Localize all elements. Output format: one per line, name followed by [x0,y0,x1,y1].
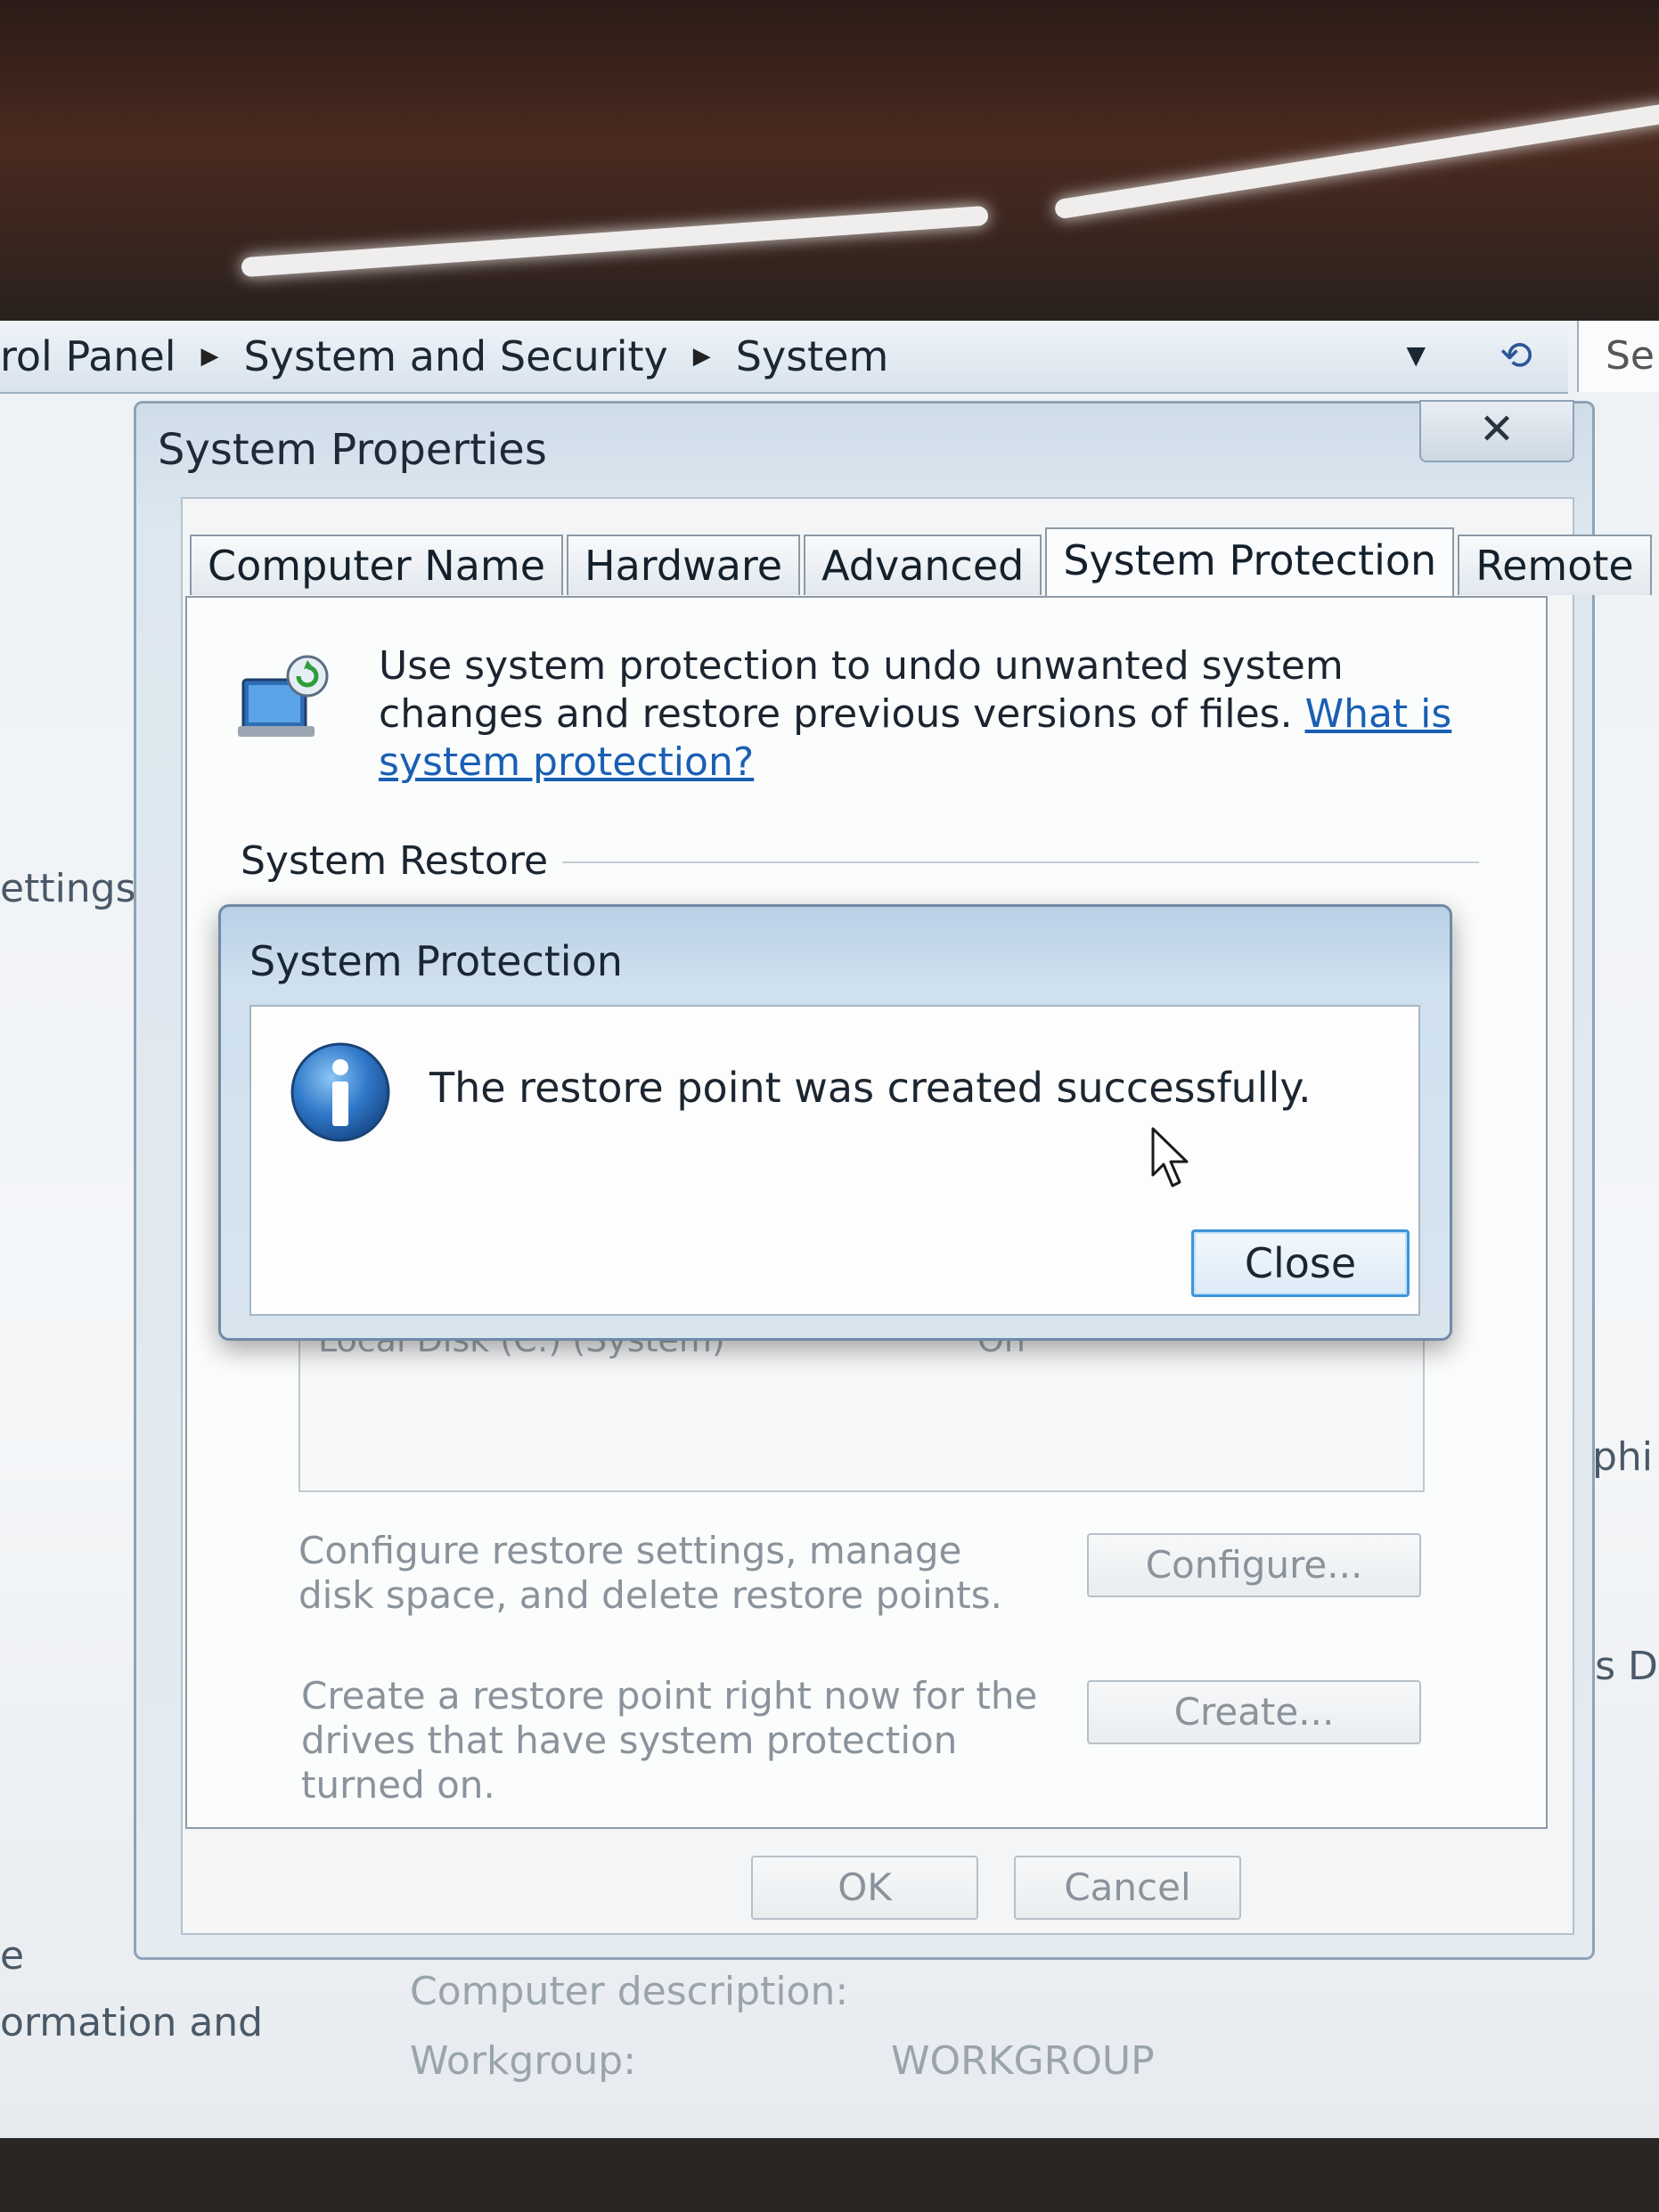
workgroup-value: WORKGROUP [891,2038,1155,2084]
create-description: Create a restore point right now for the… [301,1674,1038,1807]
close-icon: ✕ [1478,404,1516,454]
refresh-icon[interactable]: ⟲ [1500,333,1532,379]
tab-remote[interactable]: Remote [1458,535,1652,595]
close-button[interactable]: ✕ [1419,400,1574,462]
breadcrumb-arrow-icon[interactable]: ▶ [201,343,219,370]
screen-glare [241,205,989,278]
breadcrumb-arrow-icon[interactable]: ▶ [693,343,711,370]
sidebar-see-also: e [0,1933,25,1979]
tab-hardware[interactable]: Hardware [567,535,801,595]
intro-description: Use system protection to undo unwanted s… [379,643,1344,737]
system-protection-message-box: System Protection The restore point was … [218,904,1452,1341]
message-text: The restore point was created successful… [429,1064,1312,1112]
breadcrumb-system-and-security[interactable]: System and Security [244,332,668,380]
tab-computer-name[interactable]: Computer Name [190,535,564,595]
info-icon [290,1042,390,1142]
intro-text: Use system protection to undo unwanted s… [379,642,1519,787]
protection-settings-list[interactable]: Local Disk (C:) (System) On [298,1315,1425,1492]
workgroup-label: Workgroup: [410,2038,637,2084]
tab-advanced[interactable]: Advanced [804,535,1042,595]
breadcrumb-system[interactable]: System [736,332,889,380]
window-title: System Properties [158,425,547,475]
system-restore-label: System Restore [241,838,563,884]
configure-button[interactable]: Configure... [1087,1533,1421,1597]
computer-description-label: Computer description: [410,1969,849,2014]
breadcrumb-control-panel[interactable]: rol Panel [0,332,176,380]
close-button[interactable]: Close [1191,1229,1410,1297]
search-input[interactable]: Se [1577,321,1659,392]
message-box-body: The restore point was created successful… [249,1005,1420,1316]
cancel-button[interactable]: Cancel [1014,1856,1241,1920]
sidebar-link-settings[interactable]: ettings [0,866,136,911]
tab-system-protection[interactable]: System Protection [1045,527,1455,597]
monitor-bezel-bottom [0,2138,1659,2212]
ok-button[interactable]: OK [751,1856,978,1920]
create-button[interactable]: Create... [1087,1680,1421,1744]
chevron-down-icon[interactable]: ▼ [1406,340,1426,370]
configure-description: Configure restore settings, manage disk … [298,1529,1002,1617]
system-protection-icon [238,655,329,737]
tab-strip: Computer Name Hardware Advanced System P… [190,527,1655,597]
screen-glare [1053,102,1659,220]
mouse-cursor-icon [1151,1127,1189,1188]
address-bar[interactable]: rol Panel ▶ System and Security ▶ System… [0,321,1568,394]
sidebar-link-information[interactable]: ormation and [0,2000,263,2045]
monitor-bezel-top [0,0,1659,321]
message-box-title: System Protection [249,937,623,985]
